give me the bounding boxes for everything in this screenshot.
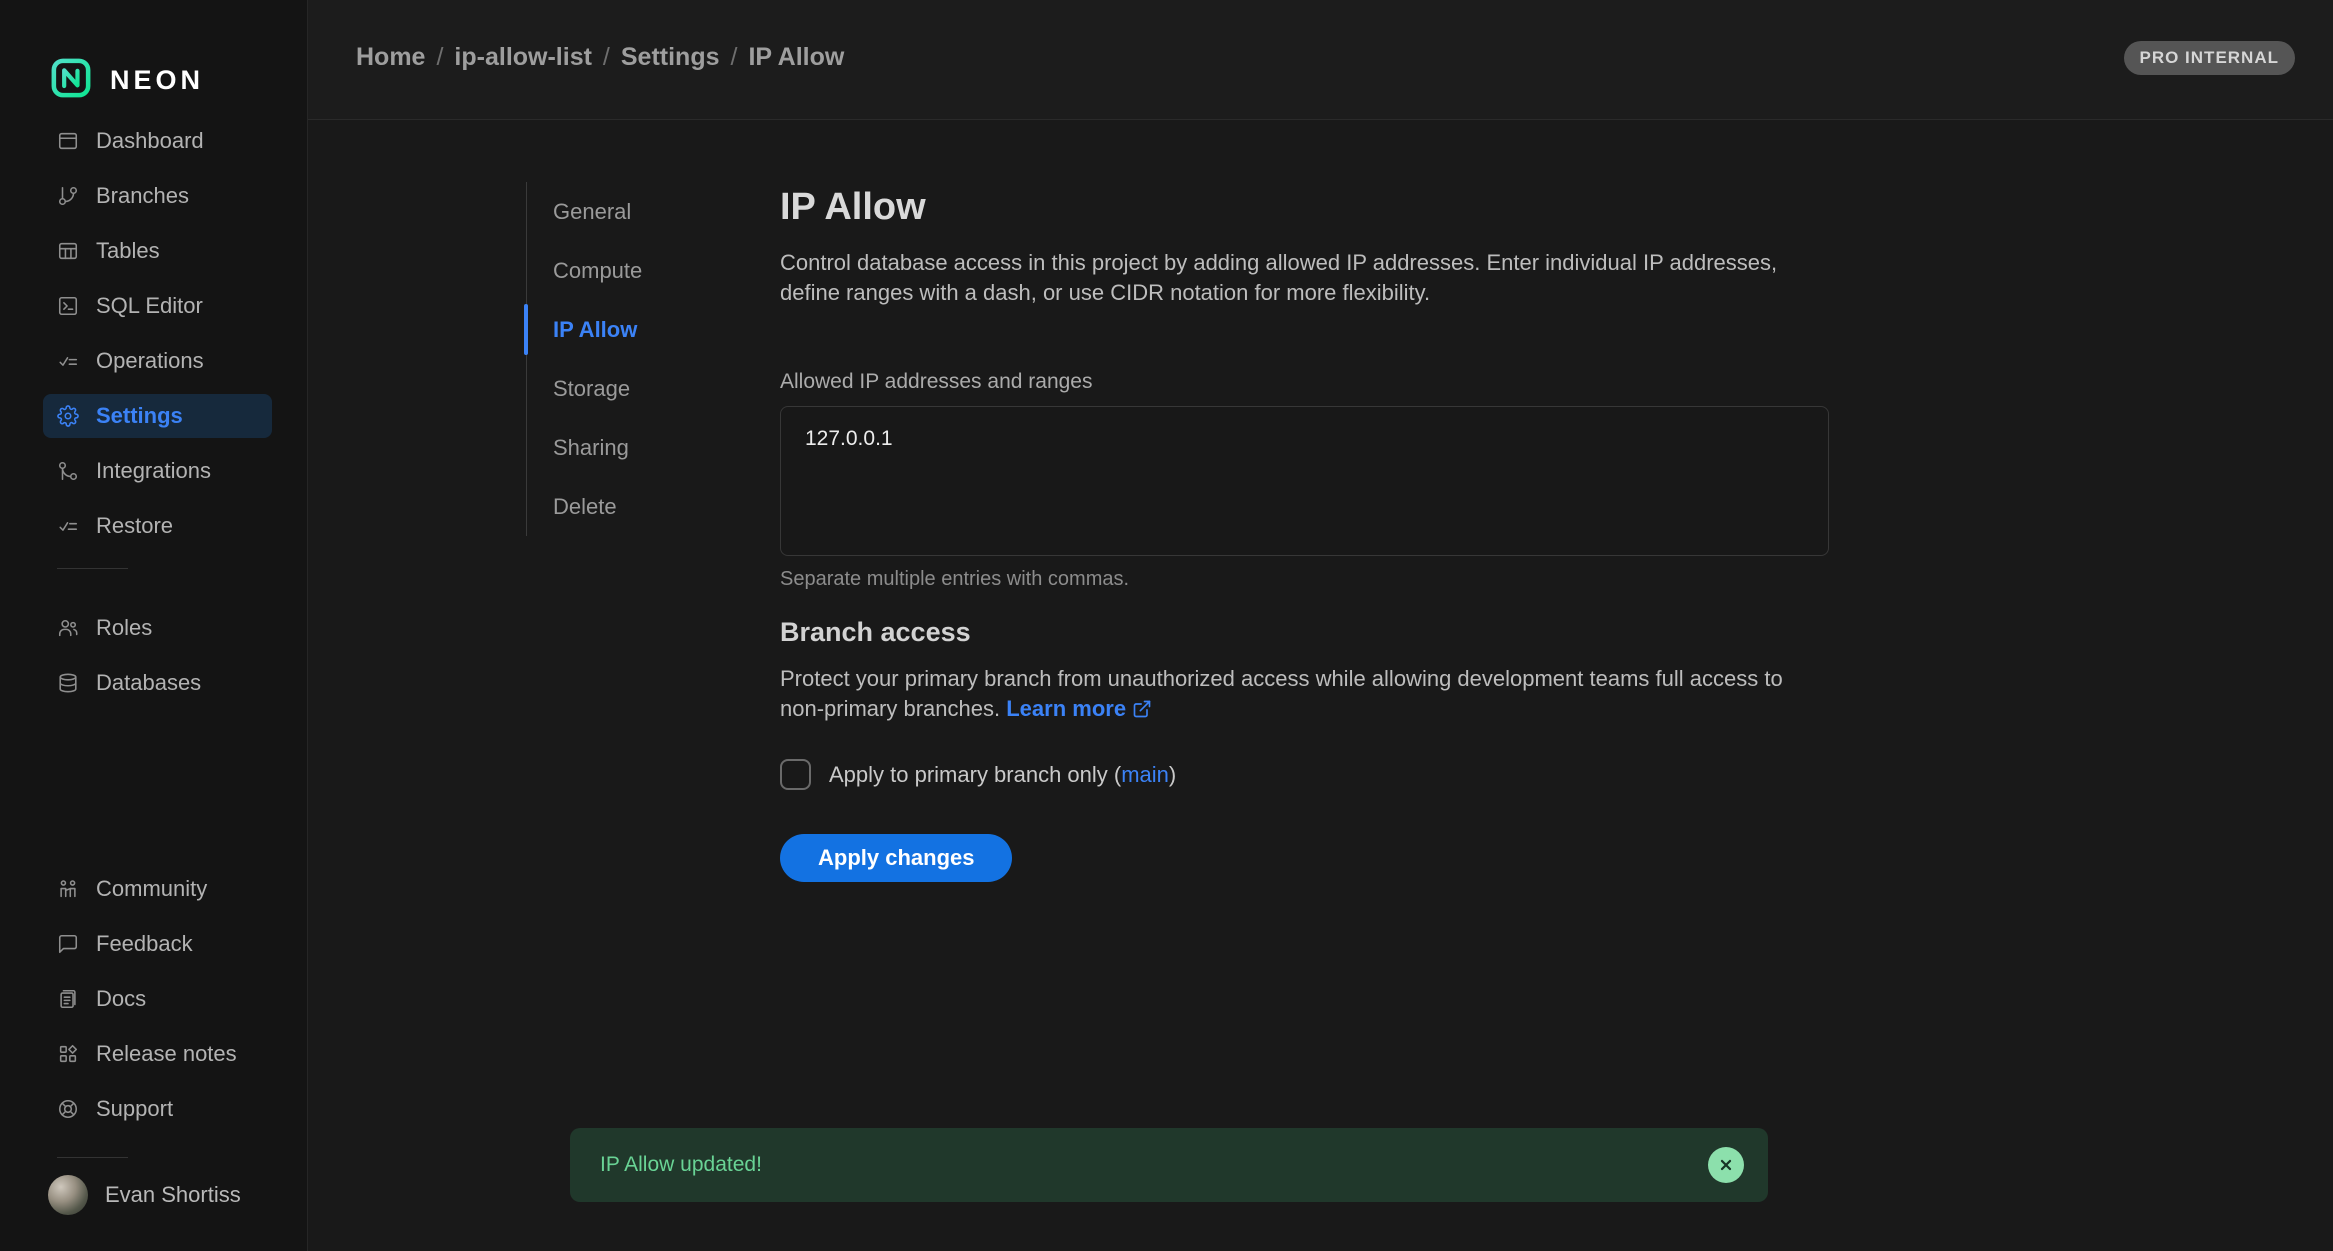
settings-gear-icon (57, 405, 79, 427)
sidebar-nav-secondary: Community Feedback Docs Release notes Suppor… (0, 867, 307, 1142)
sidebar-item-label: Tables (96, 238, 160, 264)
page-description: Control database access in this project … (780, 248, 1790, 308)
top-header: Home / ip-allow-list / Settings / IP Allow PRO… (308, 0, 2333, 120)
user-name: Evan Shortiss (105, 1182, 241, 1208)
external-link-icon (1132, 699, 1152, 724)
sidebar-divider (57, 568, 128, 569)
brand-name: NEON (110, 65, 204, 96)
integrations-icon (57, 460, 79, 482)
neon-logo[interactable]: NEON (50, 58, 307, 102)
settings-content: GeneralComputeIP AllowStorageSharingDele… (308, 120, 2333, 1251)
sidebar-item-label: Community (96, 876, 207, 902)
ip-field-helper: Separate multiple entries with commas. (780, 568, 1830, 591)
sidebar-item-docs[interactable]: Docs (43, 977, 272, 1021)
restore-icon (57, 515, 79, 537)
sidebar-item-databases[interactable]: Databases (43, 661, 272, 705)
learn-more-link[interactable]: Learn more (1006, 696, 1152, 721)
breadcrumb-item-ip-allow-list[interactable]: ip-allow-list (454, 43, 592, 72)
sidebar-item-label: Settings (96, 403, 183, 429)
sidebar-item-feedback[interactable]: Feedback (43, 922, 272, 966)
sidebar-item-settings[interactable]: Settings (43, 394, 272, 438)
breadcrumb-separator: / (436, 43, 443, 72)
sidebar-item-label: Roles (96, 615, 152, 641)
release-notes-icon (57, 1043, 79, 1065)
sidebar-item-roles[interactable]: Roles (43, 606, 272, 650)
operations-icon (57, 350, 79, 372)
breadcrumb-item-settings[interactable]: Settings (621, 43, 720, 72)
breadcrumb: Home / ip-allow-list / Settings / IP Allow (356, 43, 844, 72)
sidebar-item-release-notes[interactable]: Release notes (43, 1032, 272, 1076)
sidebar-item-label: Support (96, 1096, 173, 1122)
ip-addresses-textarea[interactable]: 127.0.0.1 (780, 406, 1829, 556)
sidebar-item-support[interactable]: Support (43, 1087, 272, 1131)
plan-badge: PRO INTERNAL (2124, 41, 2296, 75)
settings-nav-item-ip-allow[interactable]: IP Allow (527, 300, 736, 359)
toast-message: IP Allow updated! (600, 1153, 762, 1177)
dashboard-icon (57, 130, 79, 152)
branch-access-title: Branch access (780, 617, 1830, 648)
settings-nav-item-sharing[interactable]: Sharing (527, 418, 736, 477)
user-avatar (48, 1175, 88, 1215)
sidebar-divider-bottom (57, 1157, 128, 1158)
sidebar-item-integrations[interactable]: Integrations (43, 449, 272, 493)
sidebar-item-label: Dashboard (96, 128, 204, 154)
user-menu[interactable]: Evan Shortiss (43, 1173, 272, 1217)
settings-nav: GeneralComputeIP AllowStorageSharingDele… (526, 182, 736, 536)
sidebar-nav-primary: Dashboard Branches Tables SQL Editor Operati… (0, 119, 307, 559)
main-area: Home / ip-allow-list / Settings / IP Allow PRO… (308, 0, 2333, 1251)
neon-logo-icon (50, 57, 92, 104)
docs-icon (57, 988, 79, 1010)
sidebar-item-label: Release notes (96, 1041, 237, 1067)
sidebar-item-label: Databases (96, 670, 201, 696)
community-icon (57, 878, 79, 900)
primary-branch-label: Apply to primary branch only (main) (829, 762, 1176, 788)
sidebar-item-label: Integrations (96, 458, 211, 484)
breadcrumb-item-home[interactable]: Home (356, 43, 425, 72)
ip-field-label: Allowed IP addresses and ranges (780, 370, 1830, 394)
sidebar-item-label: Docs (96, 986, 146, 1012)
sidebar-item-branches[interactable]: Branches (43, 174, 272, 218)
databases-icon (57, 672, 79, 694)
sidebar-item-label: Restore (96, 513, 173, 539)
sidebar-item-dashboard[interactable]: Dashboard (43, 119, 272, 163)
sidebar-item-label: SQL Editor (96, 293, 203, 319)
sql-editor-icon (57, 295, 79, 317)
sidebar-item-community[interactable]: Community (43, 867, 272, 911)
close-icon[interactable] (1708, 1147, 1744, 1183)
sidebar: NEON Dashboard Branches Tables SQL Editor Op… (0, 0, 308, 1251)
settings-nav-item-storage[interactable]: Storage (527, 359, 736, 418)
page-title: IP Allow (780, 184, 1830, 230)
sidebar-item-restore[interactable]: Restore (43, 504, 272, 548)
breadcrumb-separator: / (731, 43, 738, 72)
settings-nav-item-compute[interactable]: Compute (527, 241, 736, 300)
sidebar-item-operations[interactable]: Operations (43, 339, 272, 383)
tables-icon (57, 240, 79, 262)
ip-allow-panel: IP Allow Control database access in this… (780, 184, 1830, 882)
primary-branch-checkbox[interactable] (780, 759, 811, 790)
success-toast: IP Allow updated! (570, 1128, 1768, 1202)
sidebar-item-label: Branches (96, 183, 189, 209)
sidebar-item-tables[interactable]: Tables (43, 229, 272, 273)
sidebar-nav-database: Roles Databases (0, 606, 307, 716)
settings-nav-item-general[interactable]: General (527, 182, 736, 241)
feedback-icon (57, 933, 79, 955)
main-branch-link[interactable]: main (1121, 762, 1169, 787)
primary-branch-row: Apply to primary branch only (main) (780, 759, 1830, 790)
sidebar-item-label: Feedback (96, 931, 193, 957)
sidebar-item-label: Operations (96, 348, 204, 374)
apply-changes-button[interactable]: Apply changes (780, 834, 1012, 882)
support-icon (57, 1098, 79, 1120)
breadcrumb-item-ip-allow: IP Allow (748, 43, 844, 72)
roles-icon (57, 617, 79, 639)
settings-nav-item-delete[interactable]: Delete (527, 477, 736, 536)
breadcrumb-separator: / (603, 43, 610, 72)
sidebar-item-sql-editor[interactable]: SQL Editor (43, 284, 272, 328)
branch-access-description: Protect your primary branch from unautho… (780, 664, 1830, 727)
branches-icon (57, 185, 79, 207)
